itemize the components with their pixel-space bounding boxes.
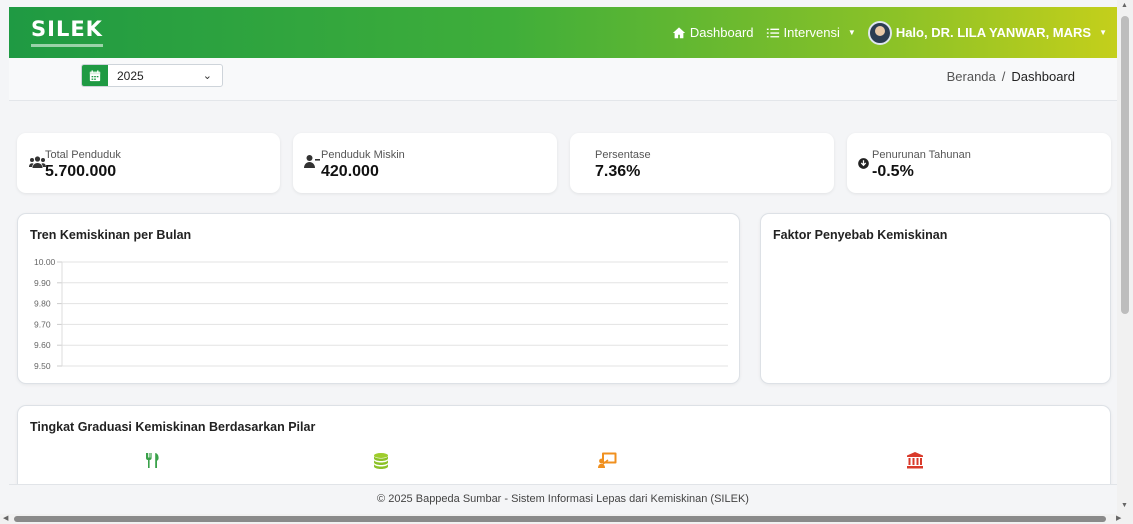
users-icon	[29, 156, 46, 168]
vertical-scroll-thumb[interactable]	[1121, 16, 1129, 314]
y-tick-label: 9.60	[34, 340, 51, 350]
teacher-icon	[598, 452, 617, 468]
utensils-icon	[146, 453, 159, 468]
y-tick-label: 9.80	[34, 299, 51, 309]
factor-panel: Faktor Penyebab Kemiskinan	[760, 213, 1111, 384]
nav-dashboard-label: Dashboard	[689, 25, 754, 40]
stat-label: Penduduk Miskin	[321, 149, 405, 161]
brand-logo[interactable]: SILEK	[31, 17, 103, 41]
breadcrumb-current: Dashboard	[1011, 69, 1075, 84]
subheader: 2025 ⌄ Beranda / Dashboard	[9, 58, 1117, 101]
horizontal-scroll-thumb[interactable]	[14, 516, 1106, 522]
stat-label: Penurunan Tahunan	[872, 149, 971, 161]
scroll-down-icon[interactable]: ▼	[1121, 502, 1128, 509]
user-menu[interactable]: Halo, DR. LILA YANWAR, MARS ▼	[867, 20, 1107, 45]
stat-value: 420.000	[321, 163, 379, 180]
chevron-down-icon: ⌄	[202, 70, 212, 82]
stat-label: Total Penduduk	[45, 149, 121, 161]
y-tick-label: 10.00	[34, 257, 56, 267]
coins-icon	[374, 453, 388, 469]
home-icon	[672, 26, 686, 38]
graduation-panel-title: Tingkat Graduasi Kemiskinan Berdasarkan …	[30, 420, 316, 434]
user-greeting: Halo, DR. LILA YANWAR, MARS	[895, 25, 1092, 40]
year-value: 2025	[117, 68, 144, 83]
vertical-scrollbar[interactable]: ▲ ▼	[1117, 0, 1133, 514]
breadcrumb-home[interactable]: Beranda	[947, 69, 996, 84]
y-tick-label: 9.70	[34, 319, 51, 329]
scroll-right-icon[interactable]: ▶	[1116, 514, 1121, 524]
nav-intervensi-label: Intervensi	[783, 25, 840, 40]
y-tick-label: 9.90	[34, 278, 51, 288]
nav-right: Dashboard Intervensi ▼ Halo, DR. LILA YA…	[672, 7, 1107, 58]
factor-panel-title: Faktor Penyebab Kemiskinan	[773, 228, 948, 242]
nav-intervensi-dropdown[interactable]: Intervensi ▼	[766, 25, 856, 40]
stat-value: 7.36%	[595, 163, 641, 180]
top-strip	[0, 0, 1133, 7]
calendar-icon	[89, 69, 101, 81]
stat-value: 5.700.000	[45, 163, 117, 180]
trend-panel: Tren Kemiskinan per Bulan 10.00 9.90 9.80 9…	[17, 213, 740, 384]
breadcrumb: Beranda / Dashboard	[947, 69, 1075, 84]
institution-icon	[907, 452, 923, 469]
breadcrumb-separator: /	[1001, 69, 1006, 84]
y-tick-label: 9.50	[34, 361, 51, 371]
scroll-up-icon[interactable]: ▲	[1121, 2, 1128, 9]
brand-tagline-bar	[31, 44, 103, 47]
list-icon	[766, 28, 779, 37]
calendar-button[interactable]	[82, 65, 108, 86]
stat-card-penduduk-miskin: Penduduk Miskin 420.000	[293, 133, 557, 193]
arrow-down-circle-icon	[858, 158, 869, 169]
caret-down-icon: ▼	[847, 28, 856, 37]
caret-down-icon: ▼	[1099, 28, 1107, 37]
user-minus-icon	[304, 155, 320, 168]
navbar: SILEK Dashboard Intervensi ▼ Halo, DR. L…	[9, 7, 1117, 58]
stat-card-penurunan-tahunan: Penurunan Tahunan -0.5%	[847, 133, 1111, 193]
stat-value: -0.5%	[872, 163, 914, 180]
horizontal-scrollbar[interactable]: ◀ ▶	[0, 514, 1133, 524]
footer: © 2025 Bappeda Sumbar - Sistem Informasi…	[9, 484, 1117, 512]
scroll-left-icon[interactable]: ◀	[3, 514, 8, 524]
year-select[interactable]: 2025 ⌄	[81, 64, 223, 87]
stat-label: Persentase	[595, 149, 651, 161]
nav-dashboard-link[interactable]: Dashboard	[672, 25, 754, 40]
avatar	[867, 20, 892, 45]
trend-chart[interactable]: 10.00 9.90 9.80 9.70 9.60 9.50	[18, 214, 741, 385]
stat-card-total-penduduk: Total Penduduk 5.700.000	[17, 133, 280, 193]
stat-card-persentase: Persentase 7.36%	[570, 133, 834, 193]
